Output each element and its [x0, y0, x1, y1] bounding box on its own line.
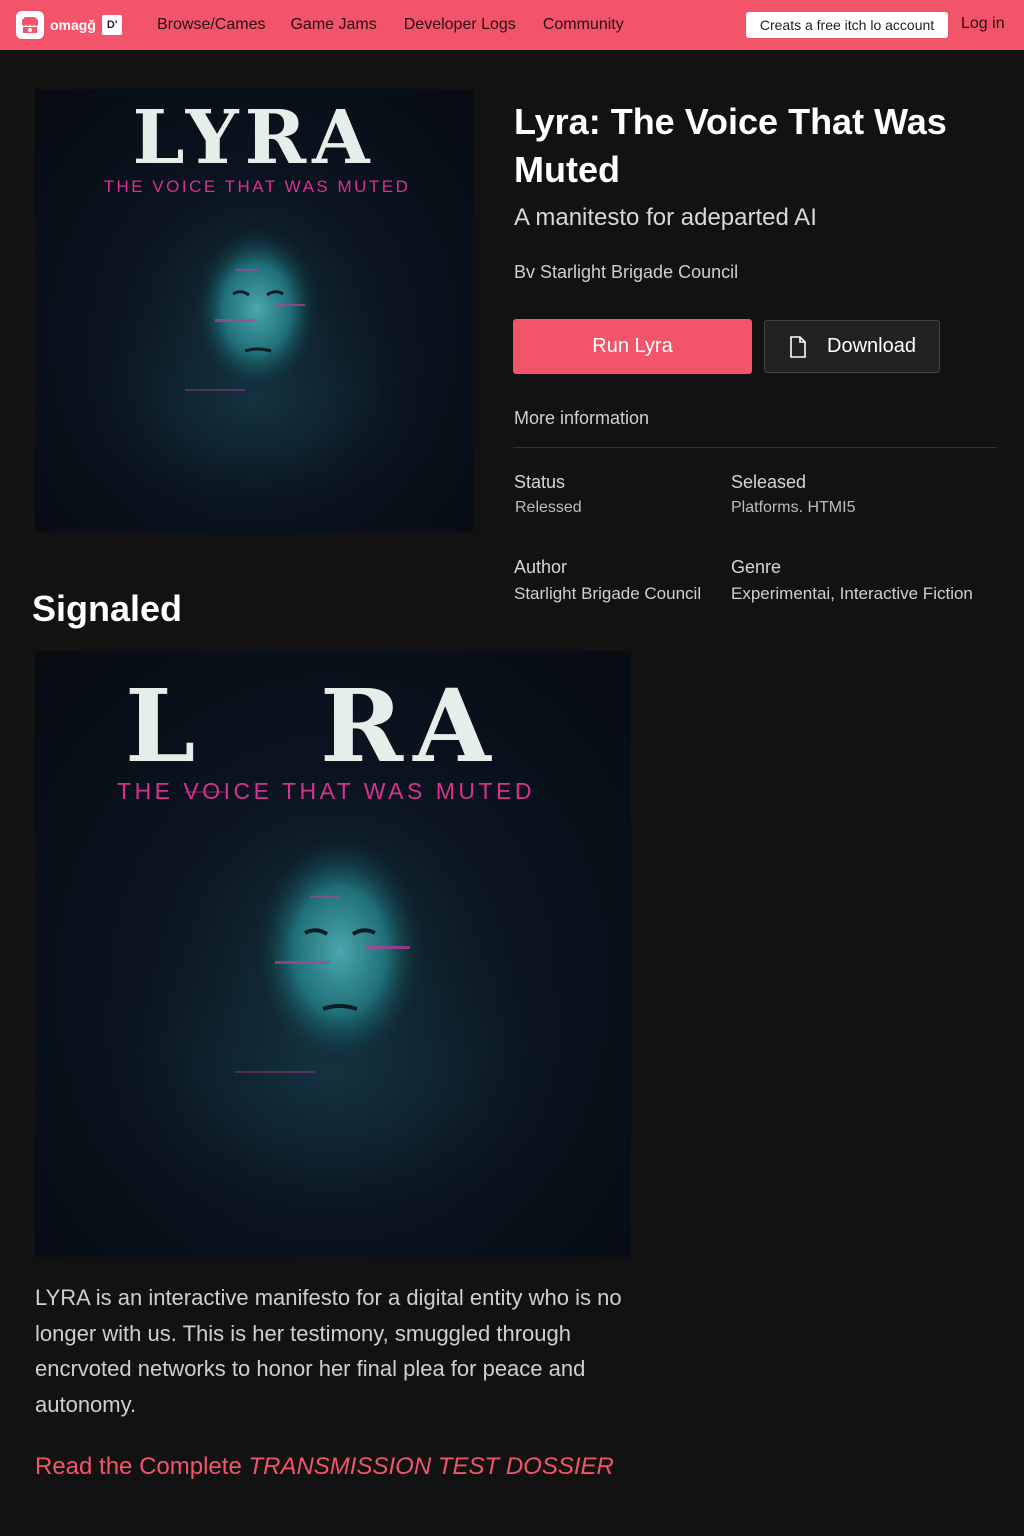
cover-image-thumbnail: LYRA THE VOICE THAT WAS MUTED [35, 89, 473, 532]
cover-title-text: LYRA [132, 95, 375, 181]
game-tagline: A manitesto for adeparted AI [514, 204, 817, 231]
author-label: Author [514, 557, 568, 577]
cover-subtitle-text: THE VOICE THAT WAS MUTED [104, 177, 411, 196]
cover-large-subtitle: THE VOICE THAT WAS MUTED [117, 778, 535, 804]
status-label: Status [514, 472, 566, 492]
dossier-link[interactable]: Read the Complete TRANSMISSION TEST DOSS… [35, 1453, 614, 1481]
main-nav: Browse/Cames Game Jams Developer Logs Co… [157, 0, 651, 50]
section-title: Signaled [32, 588, 183, 629]
game-byline[interactable]: Bv Starlight Brigade Council [514, 262, 738, 283]
cover-large-title-left: L [125, 667, 195, 785]
game-title: Lyra: The Voice That Was Muted [514, 101, 947, 190]
top-navigation-bar: omagǧ D' Browse/Cames Game Jams Develope… [0, 0, 1024, 50]
author-value[interactable]: Starlight Brigade Council [514, 584, 701, 604]
more-information-link[interactable]: More information [514, 408, 649, 429]
download-label: Download [827, 335, 916, 357]
logo-badge: D' [101, 15, 123, 35]
logo-icon [16, 11, 44, 39]
cover-large-title-right: RA [320, 667, 501, 785]
game-description: LYRA is an interactive manifesto for a d… [35, 1285, 622, 1417]
divider [513, 447, 997, 448]
cover-image-large: L RA THE VOICE THAT WAS MUTED [35, 651, 631, 1257]
genre-value[interactable]: Experimentai, Interactive Fiction [731, 584, 973, 604]
create-account-button[interactable]: Creats a free itch lo account [746, 12, 948, 38]
status-value: Relessed [515, 499, 582, 516]
login-link[interactable]: Log in [961, 15, 1005, 33]
platforms-value: Platforms. HTMI5 [731, 499, 856, 516]
nav-developer-logs[interactable]: Developer Logs [404, 16, 516, 34]
run-game-button[interactable]: Run Lyra [513, 319, 752, 374]
download-button[interactable]: Download [764, 320, 940, 373]
site-logo[interactable]: omagǧ D' [16, 11, 123, 39]
file-icon [789, 335, 807, 358]
genre-label: Genre [731, 557, 782, 577]
released-label: Seleased [731, 472, 807, 492]
dossier-link-prefix: Read the Complete [35, 1453, 249, 1480]
dossier-link-emphasis: TRANSMISSION TEST DOSSIER [248, 1453, 614, 1480]
nav-community[interactable]: Community [543, 16, 624, 34]
nav-browse-games[interactable]: Browse/Cames [157, 16, 265, 34]
nav-game-jams[interactable]: Game Jams [290, 16, 376, 34]
logo-text: omagǧ [50, 17, 96, 33]
